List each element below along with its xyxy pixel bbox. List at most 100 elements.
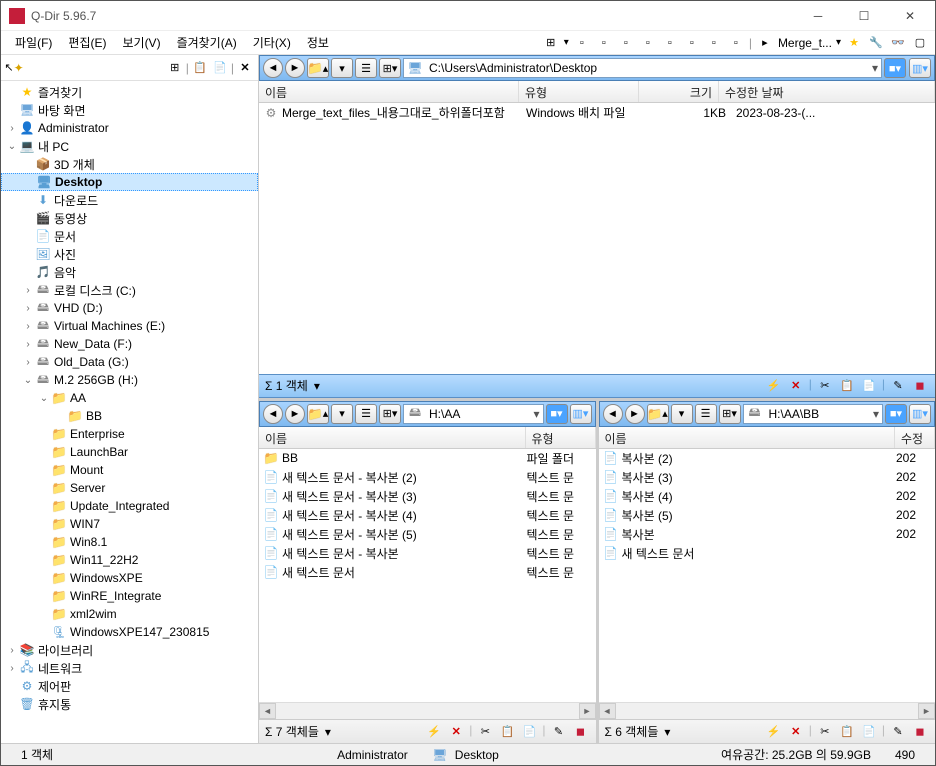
br-col-name[interactable]: 이름	[599, 427, 896, 448]
tree-node[interactable]: ⌄📁AA	[1, 389, 258, 407]
bl-scrollbar[interactable]: ◄ ►	[259, 702, 596, 719]
tree-node[interactable]: ›📚라이브러리	[1, 641, 258, 659]
br-view-opts-icon[interactable]: ⊞▾	[719, 404, 741, 424]
expander-icon[interactable]: ›	[21, 339, 35, 350]
square-icon[interactable]: ▢	[911, 34, 929, 52]
expander-icon[interactable]: ›	[21, 321, 35, 332]
bl-col-name[interactable]: 이름	[259, 427, 526, 448]
tree-node[interactable]: ›🖴로컬 디스크 (C:)	[1, 281, 258, 299]
expander-icon[interactable]: ›	[21, 285, 35, 296]
paste2-icon[interactable]: 📄	[860, 377, 878, 395]
file-row[interactable]: 📄새 텍스트 문서 - 복사본 (3)텍스트 문	[259, 487, 596, 506]
tree-node[interactable]: 📁WIN7	[1, 515, 258, 533]
tree-node[interactable]: 📁WinRE_Integrate	[1, 587, 258, 605]
tree-node[interactable]: ›👤Administrator	[1, 119, 258, 137]
layout-7-icon[interactable]: ▫	[705, 34, 723, 52]
tree-node[interactable]: ⚙제어판	[1, 677, 258, 695]
address-dropdown-icon[interactable]: ▾	[872, 61, 878, 75]
bl-red-icon[interactable]: ◼	[572, 723, 590, 741]
menu-view[interactable]: 보기(V)	[114, 31, 168, 54]
tree-node[interactable]: 🗑휴지통	[1, 695, 258, 713]
tree-node[interactable]: 🖼사진	[1, 245, 258, 263]
refresh-button[interactable]: ▾	[331, 58, 353, 78]
tree-node[interactable]: 📁Enterprise	[1, 425, 258, 443]
tree-node[interactable]: 📁WindowsXPE	[1, 569, 258, 587]
tree-node[interactable]: 📁Win11_22H2	[1, 551, 258, 569]
bl-bolt-icon[interactable]: ⚡	[425, 723, 443, 741]
tree-node[interactable]: 🎵음악	[1, 263, 258, 281]
file-row[interactable]: 📄복사본 (4)202	[599, 487, 936, 506]
run-icon[interactable]: ▸	[756, 34, 774, 52]
expander-icon[interactable]: ⌄	[5, 141, 19, 152]
layout-8-icon[interactable]: ▫	[727, 34, 745, 52]
expander-icon[interactable]: ›	[21, 357, 35, 368]
merge-label[interactable]: Merge_t...	[778, 36, 832, 50]
tree-node[interactable]: 📁Update_Integrated	[1, 497, 258, 515]
col-name[interactable]: 이름	[259, 81, 519, 102]
view-mode-2-icon[interactable]: ▥▾	[909, 58, 931, 78]
br-view-2-icon[interactable]: ▥▾	[909, 404, 931, 424]
br-address-bar[interactable]: 🖴 H:\AA\BB ▾	[743, 404, 884, 424]
close-sidebar-icon[interactable]: ✕	[236, 59, 254, 77]
br-refresh-button[interactable]: ▾	[671, 404, 693, 424]
file-row[interactable]: 📄새 텍스트 문서 - 복사본 (4)텍스트 문	[259, 506, 596, 525]
expander-icon[interactable]: ⌄	[21, 375, 35, 386]
tool-wrench-icon[interactable]: 🔧	[867, 34, 885, 52]
tree-node[interactable]: 🗜WindowsXPE147_230815	[1, 623, 258, 641]
tree-node[interactable]: 📄문서	[1, 227, 258, 245]
br-status-dd-icon[interactable]: ▾	[664, 725, 670, 739]
tree-node[interactable]: 📁Win8.1	[1, 533, 258, 551]
view-list-icon[interactable]: ☰	[355, 58, 377, 78]
bolt-icon[interactable]: ⚡	[765, 377, 783, 395]
tree-node[interactable]: ›🖴Virtual Machines (E:)	[1, 317, 258, 335]
layout-icon[interactable]: ⊞	[542, 34, 560, 52]
br-cut-icon[interactable]: ✂	[816, 723, 834, 741]
minimize-button[interactable]: ─	[795, 1, 841, 31]
bl-delete-icon[interactable]: ✕	[447, 723, 465, 741]
br-up-button[interactable]: 📁▴	[647, 404, 669, 424]
delete-icon[interactable]: ✕	[787, 377, 805, 395]
expander-icon[interactable]: ›	[5, 123, 19, 134]
cursor-icon[interactable]: ↖✦	[5, 59, 23, 77]
br-address-dd-icon[interactable]: ▾	[873, 407, 879, 421]
copy-icon[interactable]: 📋	[191, 59, 209, 77]
tree-node[interactable]: ›🖴VHD (D:)	[1, 299, 258, 317]
bl-scroll-right-icon[interactable]: ►	[579, 703, 596, 719]
bl-scroll-left-icon[interactable]: ◄	[259, 703, 276, 719]
pencil-icon[interactable]: ✎	[889, 377, 907, 395]
bl-back-button[interactable]: ◄	[263, 404, 283, 424]
br-pencil-icon[interactable]: ✎	[889, 723, 907, 741]
folder-tree[interactable]: ★즐겨찾기🖥바탕 화면›👤Administrator⌄💻내 PC📦3D 개체🖥D…	[1, 81, 258, 743]
file-row[interactable]: 📁BB파일 폴더	[259, 449, 596, 468]
expander-icon[interactable]: ›	[5, 645, 19, 656]
br-scroll-left-icon[interactable]: ◄	[599, 703, 616, 719]
bl-paste-icon[interactable]: 📄	[520, 723, 538, 741]
br-view-list-icon[interactable]: ☰	[695, 404, 717, 424]
tree-node[interactable]: 🎬동영상	[1, 209, 258, 227]
cut-icon[interactable]: ✂	[816, 377, 834, 395]
file-row[interactable]: 📄새 텍스트 문서 - 복사본 (2)텍스트 문	[259, 468, 596, 487]
tree-node[interactable]: 📦3D 개체	[1, 155, 258, 173]
br-bolt-icon[interactable]: ⚡	[765, 723, 783, 741]
layout-6-icon[interactable]: ▫	[683, 34, 701, 52]
col-type[interactable]: 유형	[519, 81, 639, 102]
layout-4-icon[interactable]: ▫	[639, 34, 657, 52]
tree-node[interactable]: ⌄💻내 PC	[1, 137, 258, 155]
file-row[interactable]: 📄새 텍스트 문서	[599, 544, 936, 563]
red-sq-icon[interactable]: ◼	[911, 377, 929, 395]
copy2-icon[interactable]: 📋	[838, 377, 856, 395]
tree-node[interactable]: 📁Mount	[1, 461, 258, 479]
menu-info[interactable]: 정보	[299, 31, 337, 54]
layout-3-icon[interactable]: ▫	[617, 34, 635, 52]
bl-refresh-button[interactable]: ▾	[331, 404, 353, 424]
glasses-icon[interactable]: 👓	[889, 34, 907, 52]
view-mode-1-icon[interactable]: ■▾	[884, 58, 906, 78]
menu-favorites[interactable]: 즐겨찾기(A)	[169, 31, 245, 54]
bl-col-type[interactable]: 유형	[526, 427, 596, 448]
tree-node[interactable]: ★즐겨찾기	[1, 83, 258, 101]
file-row[interactable]: 📄복사본 (5)202	[599, 506, 936, 525]
tree-node[interactable]: 📁LaunchBar	[1, 443, 258, 461]
br-delete-icon[interactable]: ✕	[787, 723, 805, 741]
tree-node[interactable]: 📁xml2wim	[1, 605, 258, 623]
expander-icon[interactable]: ›	[21, 303, 35, 314]
